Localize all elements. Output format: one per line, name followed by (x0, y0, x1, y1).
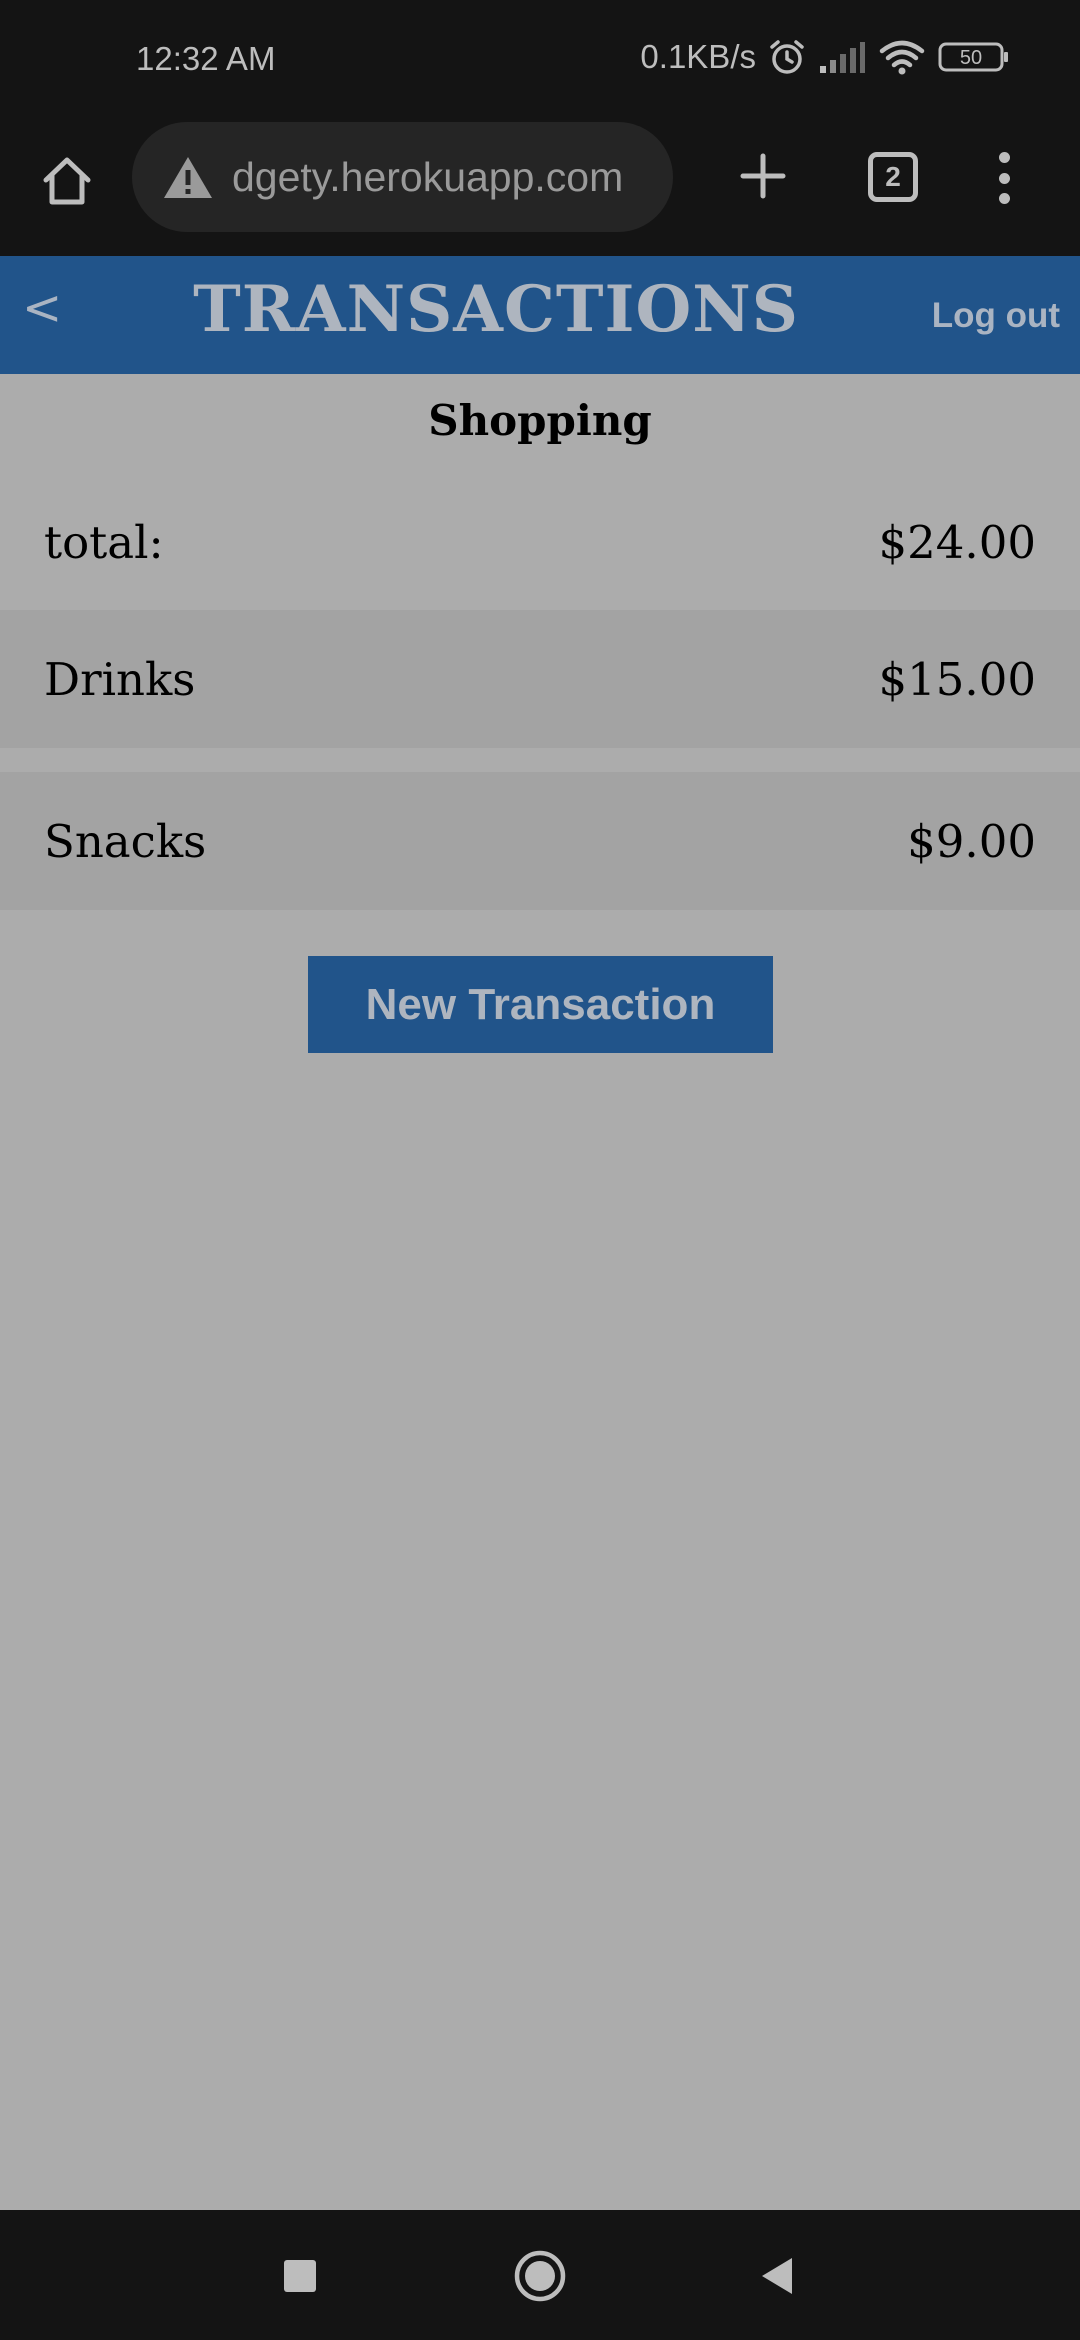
recents-button[interactable] (272, 2248, 328, 2304)
signal-icon (818, 40, 866, 74)
back-button[interactable] (750, 2248, 806, 2304)
battery-icon: 50 (938, 41, 1010, 73)
transaction-name: Snacks (44, 814, 207, 868)
browser-home-button[interactable] (36, 150, 98, 212)
back-triangle-icon (762, 2258, 792, 2294)
address-bar[interactable]: dgety.herokuapp.com (132, 122, 673, 232)
transaction-name: Drinks (44, 652, 196, 706)
url-text: dgety.herokuapp.com (232, 153, 624, 200)
status-bar: 12:32 AM 0.1KB/s 50 (0, 0, 1080, 120)
category-title: Shopping (428, 396, 652, 445)
web-page: < TRANSACTIONS Log out Shopping total: $… (0, 256, 1080, 2210)
transaction-row: Snacks $9.00 (0, 772, 1080, 910)
more-vert-icon[interactable] (984, 148, 1024, 208)
new-transaction-button[interactable]: New Transaction (308, 956, 773, 1053)
plus-icon (740, 153, 786, 199)
status-time: 12:32 AM (136, 40, 276, 77)
total-amount: $24.00 (878, 515, 1036, 569)
status-indicators: 0.1KB/s 50 (640, 38, 1010, 76)
total-row: total: $24.00 (0, 490, 1080, 594)
home-circle-icon (514, 2250, 566, 2302)
system-nav-bar (0, 2210, 1080, 2340)
new-tab-button[interactable] (733, 146, 793, 206)
logout-link[interactable]: Log out (932, 296, 1060, 336)
wifi-icon (878, 39, 926, 75)
transaction-amount: $15.00 (878, 652, 1036, 706)
total-label: total: (44, 515, 164, 569)
home-icon (43, 157, 91, 205)
transaction-amount: $9.00 (907, 814, 1036, 868)
battery-level: 50 (960, 47, 982, 69)
alarm-icon (768, 38, 806, 76)
recents-icon (284, 2260, 316, 2292)
tab-count: 2 (885, 161, 901, 192)
app-header: < TRANSACTIONS Log out (0, 256, 1080, 374)
browser-toolbar: dgety.herokuapp.com 2 (0, 120, 1080, 256)
home-button[interactable] (512, 2248, 568, 2304)
warning-icon (162, 154, 214, 200)
network-speed: 0.1KB/s (640, 38, 756, 75)
page-title: TRANSACTIONS (193, 272, 799, 347)
transaction-row: Drinks $15.00 (0, 610, 1080, 748)
tab-switcher-button[interactable]: 2 (868, 152, 918, 202)
